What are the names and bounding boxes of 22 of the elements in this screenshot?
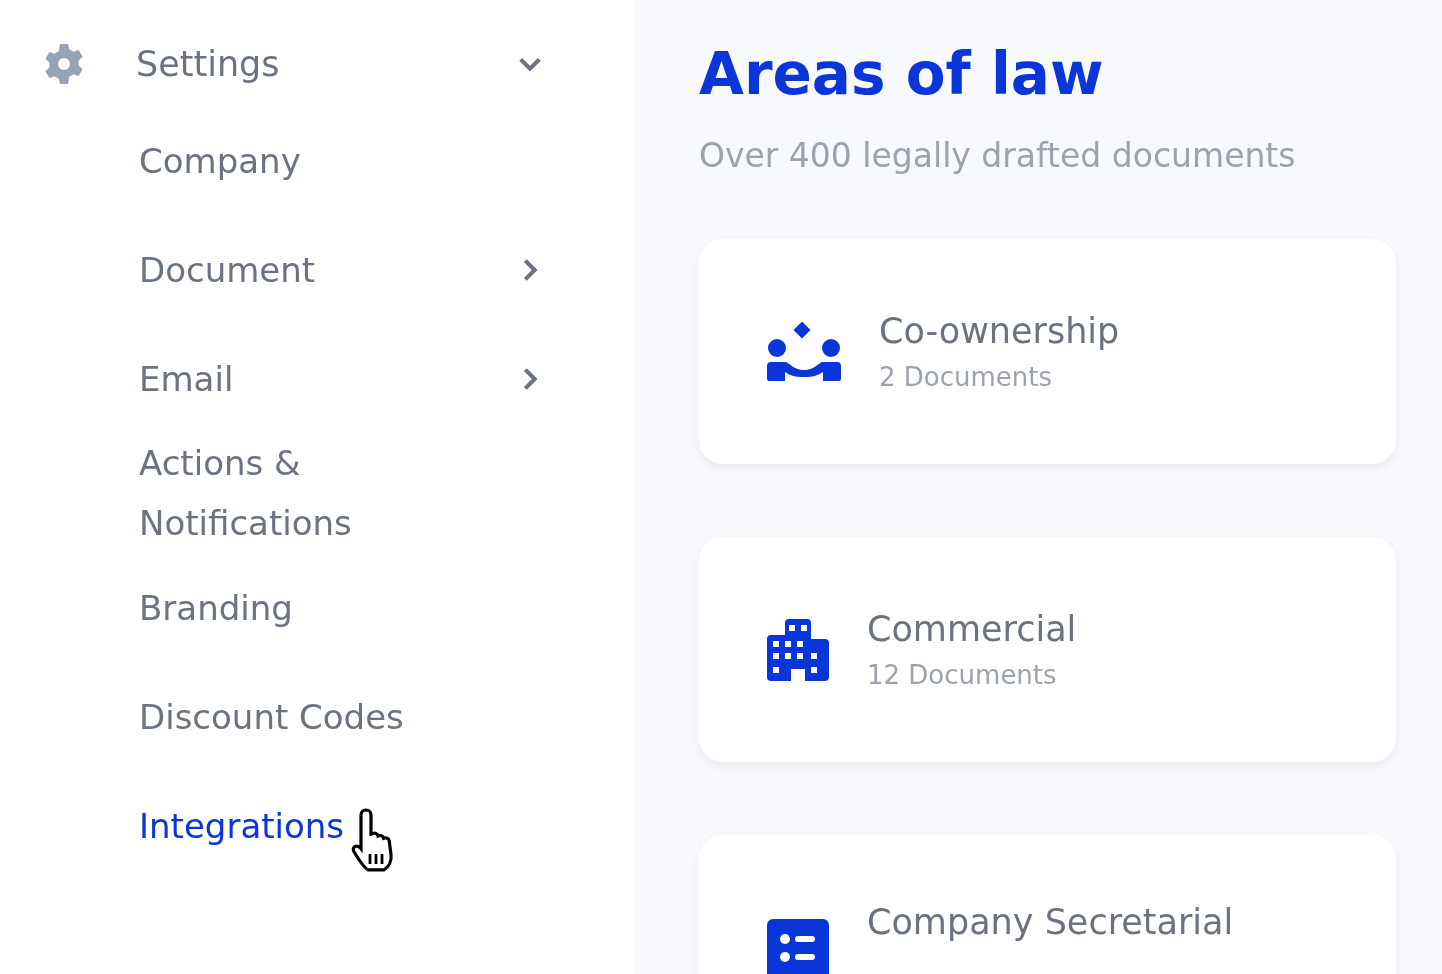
area-title: Commercial	[867, 607, 1077, 651]
document-count: 12 Documents	[867, 658, 1058, 692]
document-count: 2 Documents	[879, 360, 1054, 394]
area-card[interactable]: Commercial 12 Documents	[699, 537, 1396, 762]
section-label: Settings	[136, 44, 281, 84]
page-title: Areas of law	[699, 39, 1105, 110]
area-card[interactable]: Co-ownership 2 Documents	[699, 239, 1396, 464]
sidebar-item[interactable]: Branding	[0, 553, 634, 662]
sidebar-item[interactable]: Discount Codes	[0, 662, 634, 771]
sidebar-item[interactable]: Document	[0, 215, 634, 324]
page-subtitle: Over 400 legally drafted documents	[699, 135, 1297, 177]
sidebar-item[interactable]: Integrations	[0, 771, 634, 880]
building-icon	[767, 618, 829, 681]
area-card[interactable]: Company Secretarial	[699, 835, 1396, 974]
sidebar-item[interactable]: Actions & Notifications	[0, 433, 634, 553]
area-title: Co-ownership	[879, 309, 1120, 353]
area-title: Company Secretarial	[867, 901, 1234, 944]
settings-section-header[interactable]: Settings	[0, 22, 634, 106]
sidebar-item[interactable]: Company	[0, 106, 634, 215]
list-icon	[767, 919, 829, 974]
people-icon	[767, 321, 841, 382]
sidebar-item[interactable]: Email	[0, 324, 634, 433]
